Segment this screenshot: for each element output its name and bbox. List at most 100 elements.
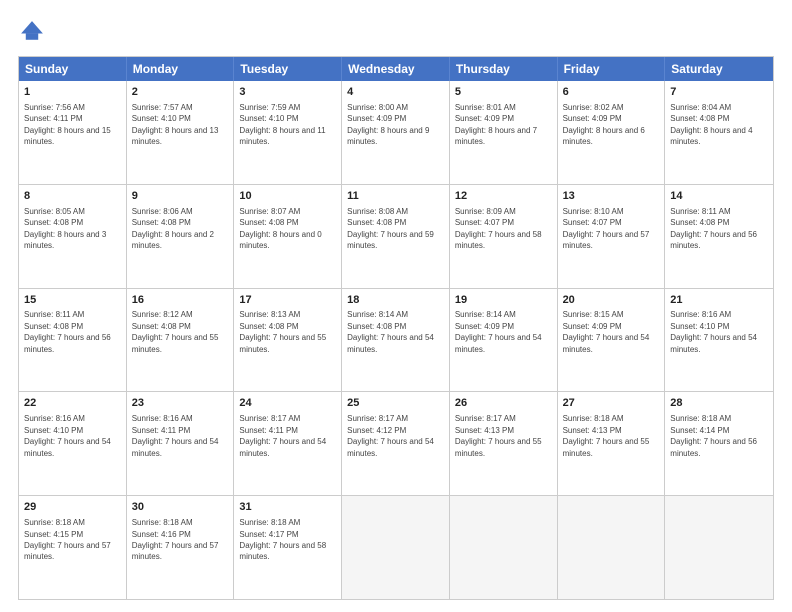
day-number: 26 — [455, 396, 552, 411]
day-number: 8 — [24, 189, 121, 204]
page: Sunday Monday Tuesday Wednesday Thursday… — [0, 0, 792, 612]
header-wednesday: Wednesday — [342, 57, 450, 81]
day-number: 29 — [24, 500, 121, 515]
day-number: 25 — [347, 396, 444, 411]
cell-info: Sunrise: 8:09 AMSunset: 4:07 PMDaylight:… — [455, 207, 542, 250]
table-row — [665, 496, 773, 599]
table-row: 17 Sunrise: 8:13 AMSunset: 4:08 PMDayligh… — [234, 289, 342, 392]
day-number: 12 — [455, 189, 552, 204]
table-row: 7 Sunrise: 8:04 AMSunset: 4:08 PMDaylight… — [665, 81, 773, 184]
day-number: 17 — [239, 293, 336, 308]
day-number: 6 — [563, 85, 660, 100]
day-number: 19 — [455, 293, 552, 308]
table-row — [558, 496, 666, 599]
cell-info: Sunrise: 8:14 AMSunset: 4:08 PMDaylight:… — [347, 310, 434, 353]
table-row — [450, 496, 558, 599]
calendar-body: 1Sunrise: 7:56 AMSunset: 4:11 PMDaylight… — [19, 81, 773, 599]
calendar-header: Sunday Monday Tuesday Wednesday Thursday… — [19, 57, 773, 81]
cell-info: Sunrise: 7:56 AMSunset: 4:11 PMDaylight:… — [24, 103, 111, 146]
cell-info: Sunrise: 8:18 AMSunset: 4:15 PMDaylight:… — [24, 518, 111, 561]
day-number: 13 — [563, 189, 660, 204]
table-row: 6 Sunrise: 8:02 AMSunset: 4:09 PMDaylight… — [558, 81, 666, 184]
table-row: 15 Sunrise: 8:11 AMSunset: 4:08 PMDayligh… — [19, 289, 127, 392]
header-tuesday: Tuesday — [234, 57, 342, 81]
day-number: 7 — [670, 85, 768, 100]
table-row: 19 Sunrise: 8:14 AMSunset: 4:09 PMDayligh… — [450, 289, 558, 392]
cell-info: Sunrise: 8:14 AMSunset: 4:09 PMDaylight:… — [455, 310, 542, 353]
day-number: 20 — [563, 293, 660, 308]
table-row: 9 Sunrise: 8:06 AMSunset: 4:08 PMDaylight… — [127, 185, 235, 288]
cell-info: Sunrise: 7:59 AMSunset: 4:10 PMDaylight:… — [239, 103, 325, 146]
table-row: 11Sunrise: 8:08 AMSunset: 4:08 PMDayligh… — [342, 185, 450, 288]
header — [18, 18, 774, 46]
header-thursday: Thursday — [450, 57, 558, 81]
table-row: 27 Sunrise: 8:18 AMSunset: 4:13 PMDayligh… — [558, 392, 666, 495]
day-number: 18 — [347, 293, 444, 308]
table-row: 24 Sunrise: 8:17 AMSunset: 4:11 PMDayligh… — [234, 392, 342, 495]
table-row: 31Sunrise: 8:18 AMSunset: 4:17 PMDayligh… — [234, 496, 342, 599]
cell-info: Sunrise: 8:07 AMSunset: 4:08 PMDaylight:… — [239, 207, 321, 250]
table-row: 12 Sunrise: 8:09 AMSunset: 4:07 PMDayligh… — [450, 185, 558, 288]
table-row: 16 Sunrise: 8:12 AMSunset: 4:08 PMDayligh… — [127, 289, 235, 392]
day-number: 2 — [132, 85, 229, 100]
table-row: 2 Sunrise: 7:57 AMSunset: 4:10 PMDaylight… — [127, 81, 235, 184]
cell-info: Sunrise: 8:02 AMSunset: 4:09 PMDaylight:… — [563, 103, 645, 146]
day-number: 27 — [563, 396, 660, 411]
cell-info: Sunrise: 8:05 AMSunset: 4:08 PMDaylight:… — [24, 207, 106, 250]
table-row: 23 Sunrise: 8:16 AMSunset: 4:11 PMDayligh… — [127, 392, 235, 495]
day-number: 28 — [670, 396, 768, 411]
table-row: 13Sunrise: 8:10 AMSunset: 4:07 PMDayligh… — [558, 185, 666, 288]
day-number: 22 — [24, 396, 121, 411]
calendar-row-1: 1Sunrise: 7:56 AMSunset: 4:11 PMDaylight… — [19, 81, 773, 184]
table-row: 5Sunrise: 8:01 AMSunset: 4:09 PMDaylight… — [450, 81, 558, 184]
cell-info: Sunrise: 8:18 AMSunset: 4:14 PMDaylight:… — [670, 414, 757, 457]
cell-info: Sunrise: 8:18 AMSunset: 4:13 PMDaylight:… — [563, 414, 650, 457]
cell-info: Sunrise: 8:00 AMSunset: 4:09 PMDaylight:… — [347, 103, 429, 146]
cell-info: Sunrise: 8:16 AMSunset: 4:10 PMDaylight:… — [670, 310, 757, 353]
header-saturday: Saturday — [665, 57, 773, 81]
cell-info: Sunrise: 8:18 AMSunset: 4:17 PMDaylight:… — [239, 518, 326, 561]
calendar-row-5: 29 Sunrise: 8:18 AMSunset: 4:15 PMDayligh… — [19, 495, 773, 599]
day-number: 10 — [239, 189, 336, 204]
day-number: 21 — [670, 293, 768, 308]
day-number: 24 — [239, 396, 336, 411]
day-number: 14 — [670, 189, 768, 204]
day-number: 4 — [347, 85, 444, 100]
table-row: 18 Sunrise: 8:14 AMSunset: 4:08 PMDayligh… — [342, 289, 450, 392]
cell-info: Sunrise: 8:16 AMSunset: 4:11 PMDaylight:… — [132, 414, 219, 457]
day-number: 9 — [132, 189, 229, 204]
calendar-row-2: 8 Sunrise: 8:05 AMSunset: 4:08 PMDaylight… — [19, 184, 773, 288]
cell-info: Sunrise: 7:57 AMSunset: 4:10 PMDaylight:… — [132, 103, 219, 146]
cell-info: Sunrise: 8:17 AMSunset: 4:12 PMDaylight:… — [347, 414, 434, 457]
day-number: 30 — [132, 500, 229, 515]
cell-info: Sunrise: 8:13 AMSunset: 4:08 PMDaylight:… — [239, 310, 326, 353]
table-row: 30 Sunrise: 8:18 AMSunset: 4:16 PMDayligh… — [127, 496, 235, 599]
day-number: 16 — [132, 293, 229, 308]
cell-info: Sunrise: 8:12 AMSunset: 4:08 PMDaylight:… — [132, 310, 219, 353]
cell-info: Sunrise: 8:04 AMSunset: 4:08 PMDaylight:… — [670, 103, 752, 146]
table-row: 20 Sunrise: 8:15 AMSunset: 4:09 PMDayligh… — [558, 289, 666, 392]
day-number: 23 — [132, 396, 229, 411]
header-monday: Monday — [127, 57, 235, 81]
table-row: 25 Sunrise: 8:17 AMSunset: 4:12 PMDayligh… — [342, 392, 450, 495]
table-row: 4 Sunrise: 8:00 AMSunset: 4:09 PMDaylight… — [342, 81, 450, 184]
calendar-row-4: 22 Sunrise: 8:16 AMSunset: 4:10 PMDayligh… — [19, 391, 773, 495]
table-row: 8 Sunrise: 8:05 AMSunset: 4:08 PMDaylight… — [19, 185, 127, 288]
cell-info: Sunrise: 8:17 AMSunset: 4:13 PMDaylight:… — [455, 414, 542, 457]
cell-info: Sunrise: 8:17 AMSunset: 4:11 PMDaylight:… — [239, 414, 326, 457]
logo — [18, 18, 50, 46]
table-row: 10 Sunrise: 8:07 AMSunset: 4:08 PMDayligh… — [234, 185, 342, 288]
day-number: 15 — [24, 293, 121, 308]
header-friday: Friday — [558, 57, 666, 81]
cell-info: Sunrise: 8:06 AMSunset: 4:08 PMDaylight:… — [132, 207, 214, 250]
cell-info: Sunrise: 8:15 AMSunset: 4:09 PMDaylight:… — [563, 310, 650, 353]
cell-info: Sunrise: 8:18 AMSunset: 4:16 PMDaylight:… — [132, 518, 219, 561]
cell-info: Sunrise: 8:16 AMSunset: 4:10 PMDaylight:… — [24, 414, 111, 457]
table-row: 29 Sunrise: 8:18 AMSunset: 4:15 PMDayligh… — [19, 496, 127, 599]
day-number: 5 — [455, 85, 552, 100]
table-row: 21 Sunrise: 8:16 AMSunset: 4:10 PMDayligh… — [665, 289, 773, 392]
table-row — [342, 496, 450, 599]
table-row: 22 Sunrise: 8:16 AMSunset: 4:10 PMDayligh… — [19, 392, 127, 495]
cell-info: Sunrise: 8:08 AMSunset: 4:08 PMDaylight:… — [347, 207, 434, 250]
cell-info: Sunrise: 8:11 AMSunset: 4:08 PMDaylight:… — [24, 310, 111, 353]
